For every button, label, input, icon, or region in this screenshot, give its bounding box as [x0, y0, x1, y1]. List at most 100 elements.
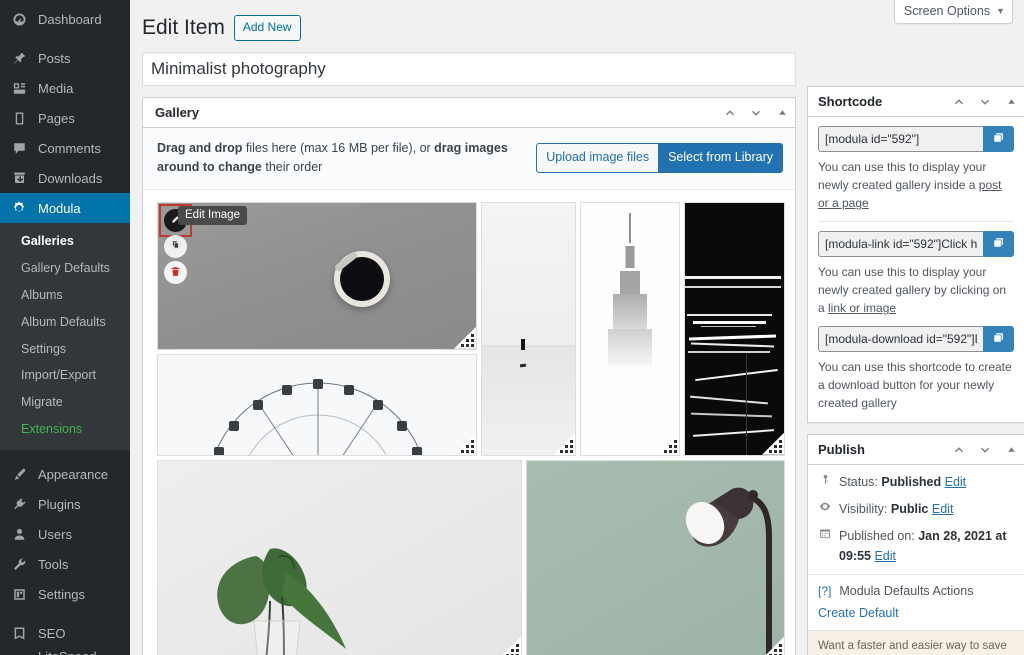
- sidebar-item-settings[interactable]: Settings: [0, 579, 130, 609]
- copy-shortcode-gallery-button[interactable]: [983, 126, 1014, 153]
- duplicate-image-button[interactable]: [164, 234, 187, 258]
- visibility-row: Visibility: Public Edit: [818, 499, 1014, 519]
- uploader-bold-1: Drag and drop: [157, 141, 243, 156]
- move-up-icon[interactable]: [717, 99, 743, 127]
- visibility-text: Visibility: Public Edit: [839, 499, 953, 519]
- publish-postbox: Publish Status: Published Edit Visibilit…: [807, 434, 1024, 655]
- sidebar-label: Pages: [38, 110, 75, 126]
- move-down-icon[interactable]: [972, 436, 998, 464]
- move-down-icon[interactable]: [743, 99, 769, 127]
- sidebar-label: LiteSpeed Cache: [38, 650, 130, 655]
- modula-submenu: Galleries Gallery Defaults Albums Album …: [0, 223, 130, 450]
- toggle-panel-icon[interactable]: [769, 99, 795, 127]
- sidebar-item-posts[interactable]: Posts: [0, 43, 130, 73]
- gallery-item-ferris-wheel[interactable]: [157, 353, 477, 456]
- sidebar-item-pages[interactable]: Pages: [0, 103, 130, 133]
- create-default-link[interactable]: Create Default: [818, 606, 899, 620]
- submenu-item-albums[interactable]: Albums: [0, 282, 130, 309]
- uploader-buttons: Upload image files Select from Library: [536, 143, 783, 173]
- photo-black-desk-lamp: [527, 460, 784, 655]
- upload-image-files-button[interactable]: Upload image files: [536, 143, 660, 173]
- modula-defaults-section: [?] Modula Defaults Actions Create Defau…: [808, 574, 1024, 630]
- sidebar-item-appearance[interactable]: Appearance: [0, 459, 130, 489]
- dashboard-icon: [9, 9, 29, 29]
- edit-visibility-link[interactable]: Edit: [932, 502, 954, 516]
- delete-image-button[interactable]: [164, 260, 187, 284]
- gallery-item-light-streaks-night[interactable]: [684, 201, 785, 456]
- select-from-library-button[interactable]: Select from Library: [658, 143, 783, 173]
- shortcode-link-input[interactable]: [818, 231, 984, 258]
- sidebar-item-plugins[interactable]: Plugins: [0, 489, 130, 519]
- sidebar-item-downloads[interactable]: Downloads: [0, 163, 130, 193]
- sidebar-item-media[interactable]: Media: [0, 73, 130, 103]
- shortcode-gallery-help: You can use this to display your newly c…: [818, 158, 1014, 212]
- copy-shortcode-download-button[interactable]: [983, 326, 1014, 353]
- screen-options-button[interactable]: Screen Options ▼: [893, 0, 1013, 24]
- modula-defaults-row: [?] Modula Defaults Actions: [818, 584, 1014, 598]
- sidebar-item-comments[interactable]: Comments: [0, 133, 130, 163]
- gallery-item-black-desk-lamp[interactable]: [526, 459, 785, 655]
- shortcode-download-help: You can use this shortcode to create a d…: [818, 360, 1012, 411]
- calendar-icon: [818, 526, 832, 540]
- shortcode-download-input[interactable]: [818, 326, 984, 353]
- chevron-down-icon: ▼: [996, 6, 1005, 16]
- help-question-icon[interactable]: [?]: [818, 584, 831, 598]
- shortcode-row-download: [818, 326, 1014, 353]
- sidebar-label: Tools: [38, 556, 69, 572]
- user-icon: [9, 524, 29, 544]
- downloads-icon: [9, 168, 29, 188]
- gallery-item-green-plant-vase[interactable]: [157, 459, 522, 655]
- gallery-item-empire-state-building-fog[interactable]: [580, 201, 680, 456]
- move-down-icon[interactable]: [972, 88, 998, 116]
- sidebar-item-users[interactable]: Users: [0, 519, 130, 549]
- submenu-item-galleries[interactable]: Galleries: [0, 228, 130, 255]
- move-up-icon[interactable]: [946, 436, 972, 464]
- submenu-item-settings[interactable]: Settings: [0, 336, 130, 363]
- divider: [818, 221, 1014, 223]
- add-new-button[interactable]: Add New: [233, 14, 301, 41]
- pin-icon: [9, 48, 29, 68]
- shortcode-row-gallery: [818, 126, 1014, 153]
- wordpress-admin-screen: Dashboard Posts Media Pages Comments Dow…: [0, 0, 1024, 655]
- toggle-panel-icon[interactable]: [998, 436, 1024, 464]
- gallery-postbox: Gallery Drag and drop files here (max 16…: [142, 97, 796, 655]
- submenu-item-migrate[interactable]: Migrate: [0, 389, 130, 416]
- publish-heading: Publish: [818, 442, 865, 458]
- toggle-panel-icon[interactable]: [998, 88, 1024, 116]
- sidebar-item-litespeed-cache[interactable]: LiteSpeed Cache: [0, 648, 130, 655]
- sidebar-item-tools[interactable]: Tools: [0, 549, 130, 579]
- gallery-grid-area: Edit Image: [143, 189, 795, 655]
- visibility-label: Visibility:: [839, 502, 891, 517]
- gallery-item-person-walking-snow[interactable]: [481, 201, 576, 456]
- copy-shortcode-link-button[interactable]: [983, 231, 1014, 258]
- sidebar-label: Modula: [38, 200, 81, 216]
- key-icon: [818, 472, 832, 486]
- sidebar-label: Appearance: [38, 466, 109, 482]
- status-label: Status:: [839, 475, 882, 490]
- sidebar-label: Media: [38, 80, 74, 96]
- admin-sidebar: Dashboard Posts Media Pages Comments Dow…: [0, 0, 138, 655]
- submenu-item-album-defaults[interactable]: Album Defaults: [0, 309, 130, 336]
- shortcode-gallery-input[interactable]: [818, 126, 984, 153]
- photo-empire-state-building-fog: [581, 202, 679, 455]
- link-or-image-link[interactable]: link or image: [828, 301, 896, 315]
- edit-published-on-link[interactable]: Edit: [874, 549, 896, 563]
- move-up-icon[interactable]: [946, 88, 972, 116]
- gallery-item-coffee-cup-on-grey[interactable]: Edit Image: [157, 201, 477, 350]
- status-row: Status: Published Edit: [818, 472, 1014, 492]
- edit-status-link[interactable]: Edit: [945, 475, 967, 489]
- sidebar-item-seo[interactable]: SEO: [0, 618, 130, 648]
- media-icon: [9, 78, 29, 98]
- pages-icon: [9, 108, 29, 128]
- sidebar-item-dashboard[interactable]: Dashboard: [0, 4, 130, 34]
- submenu-item-extensions[interactable]: Extensions: [0, 416, 130, 443]
- published-on-row: Published on: Jan 28, 2021 at 09:55 Edit: [818, 526, 1014, 566]
- sidebar-item-modula[interactable]: Modula: [0, 193, 138, 223]
- submenu-item-gallery-defaults[interactable]: Gallery Defaults: [0, 255, 130, 282]
- gallery-title-input[interactable]: [142, 52, 796, 87]
- shortcode-link-help: You can use this to display your newly c…: [818, 263, 1014, 317]
- visibility-value: Public: [890, 502, 929, 517]
- submenu-item-import-export[interactable]: Import/Export: [0, 362, 130, 389]
- copy-icon: [992, 131, 1005, 147]
- gallery-postbox-header: Gallery: [143, 98, 795, 129]
